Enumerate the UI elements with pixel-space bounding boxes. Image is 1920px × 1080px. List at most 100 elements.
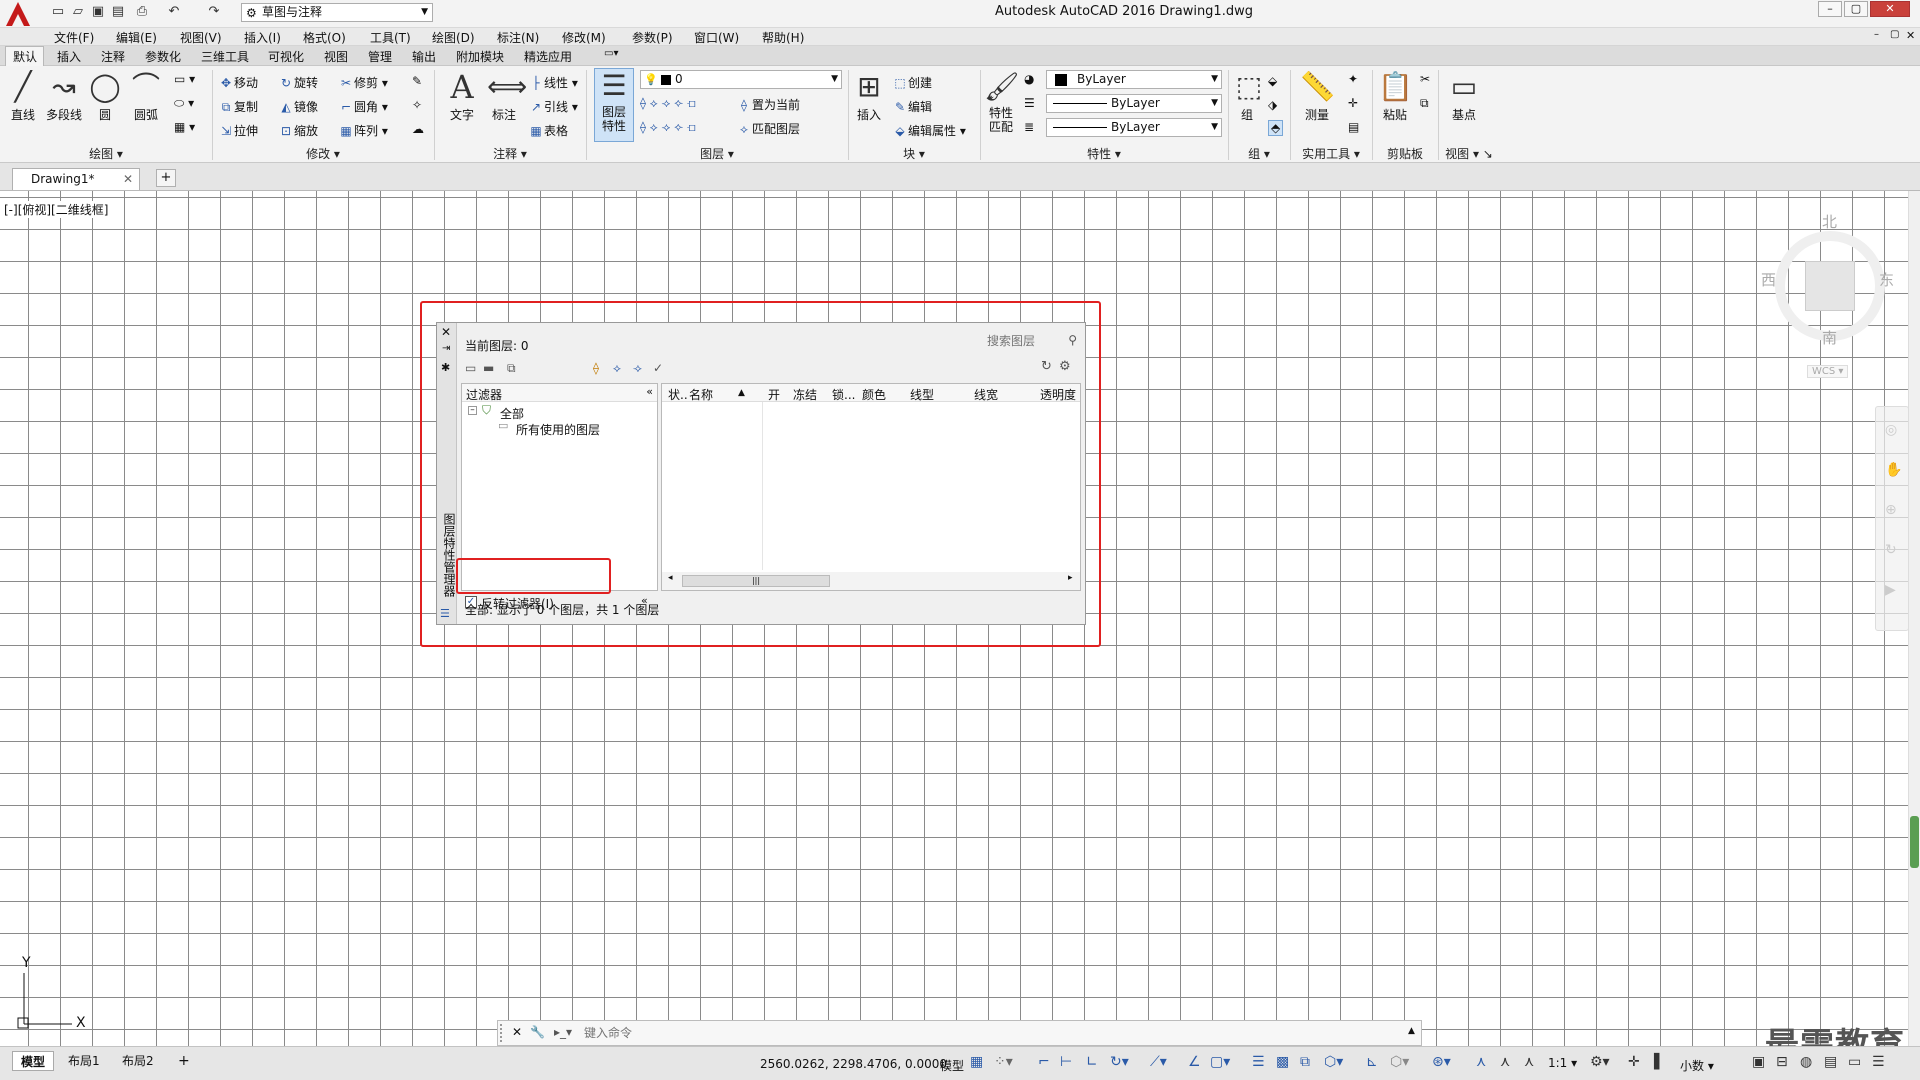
rectangle-icon[interactable]: ▭ ▾ [174,72,195,86]
layer-search-box[interactable]: ⚲ [941,331,1081,351]
settings-icon[interactable]: ⚙ [1059,359,1071,374]
menu-format[interactable]: 格式(O) [303,29,346,46]
viewcube-south[interactable]: 南 [1822,327,1837,348]
3d-osnap-icon[interactable]: ⬡▾ [1324,1054,1343,1070]
col-on[interactable]: 开 [768,386,780,403]
history-up-icon[interactable]: ▲ [1408,1026,1415,1036]
command-prompt-icon[interactable]: ▸_▾ [554,1025,572,1039]
clipboard-panel-label[interactable]: 剪贴板 [1372,145,1438,162]
gizmo-icon[interactable]: ⊛▾ [1432,1054,1451,1070]
tab-visualize[interactable]: 可视化 [268,48,304,65]
fillet-button[interactable]: ⌐ 圆角 ▾ [338,98,388,115]
tab-insert[interactable]: 插入 [57,48,81,65]
col-transparency[interactable]: 透明度 [1040,386,1076,403]
annotation-visibility-icon[interactable]: ⋏ [1476,1054,1486,1070]
menu-modify[interactable]: 修改(M) [562,29,606,46]
tab-addins[interactable]: 附加模块 [456,48,504,65]
leader-button[interactable]: ↗ 引线 ▾ [528,98,578,115]
paste-button[interactable]: 📋 粘贴 [1376,70,1414,123]
tab-3d-tools[interactable]: 三维工具 [201,48,249,65]
dimension-button[interactable]: ⟺ 标注 [486,70,527,123]
customization-icon[interactable]: ☰ [1872,1054,1885,1070]
menu-parametric[interactable]: 参数(P) [632,29,673,46]
layers-panel-label[interactable]: 图层 ▾ [586,145,848,162]
save-as-icon[interactable]: ▤ [110,4,126,20]
add-layout-icon[interactable]: + [170,1051,198,1071]
col-freeze[interactable]: 冻结 [793,386,817,403]
new-tab-button[interactable]: + [156,169,176,187]
rotate-button[interactable]: ↻ 旋转 [278,74,318,91]
ungroup-icon[interactable]: ⬙ [1268,74,1277,88]
lineweight-toggle-icon[interactable]: ☰ [1252,1054,1265,1070]
col-lineweight[interactable]: 线宽 [974,386,998,403]
lock-ui-icon[interactable]: ⊟ [1776,1054,1788,1070]
explode-icon[interactable]: ✧ [412,98,422,112]
col-status[interactable]: 状.. [668,386,688,403]
selection-cycling-icon[interactable]: ⧉ [1300,1054,1310,1070]
edit-block-button[interactable]: ✎ 编辑 [892,98,932,115]
doc-minimize-icon[interactable]: – [1874,29,1879,40]
infer-constraints-icon[interactable]: ⌐ [1038,1054,1050,1070]
ortho-icon[interactable]: ∟ [1086,1054,1098,1070]
model-space-toggle[interactable]: 模型 [940,1057,964,1074]
col-linetype[interactable]: 线型 [910,386,934,403]
tab-model[interactable]: 模型 [12,1051,55,1071]
point-icon[interactable]: ✛ [1348,96,1358,110]
match-properties-button[interactable]: 🖌 特性 匹配 [984,70,1020,134]
viewcube[interactable]: 北 南 东 西 WCS ▾ [1755,211,1905,381]
close-button[interactable]: ✕ [1870,1,1910,17]
calculator-icon[interactable]: ▤ [1348,120,1359,134]
make-current-button[interactable]: ⟠ 置为当前 [736,96,800,113]
scroll-thumb[interactable]: ||| [682,575,830,587]
snap-icon[interactable]: ⁘▾ [994,1054,1013,1070]
view-panel-label[interactable]: 视图 ▾ ↘ [1438,145,1500,162]
layer-search-input[interactable] [941,331,1081,351]
object-snap-tracking-icon[interactable]: ∠ [1188,1054,1201,1070]
workspace-switch-icon[interactable]: ⚙▾ [1590,1054,1610,1070]
offset-icon[interactable]: ☁ [412,122,424,136]
open-file-icon[interactable]: ▱ [70,4,86,20]
new-vp-frozen-layer-icon[interactable]: ⟡ [613,361,621,376]
create-block-button[interactable]: ⬚ 创建 [892,74,932,91]
copy-clip-icon[interactable]: ⧉ [1420,96,1429,111]
base-view-button[interactable]: ▭ 基点 [1444,70,1484,123]
tab-featured-apps[interactable]: 精选应用 [524,48,572,65]
clean-screen-icon[interactable]: ▭ [1848,1054,1861,1070]
command-input[interactable] [584,1023,1404,1043]
menu-draw[interactable]: 绘图(D) [432,29,475,46]
autocad-logo-icon[interactable] [0,0,36,28]
dynamic-input-icon[interactable]: ⊢ [1060,1054,1072,1070]
col-name[interactable]: 名称 [689,386,713,403]
col-lock[interactable]: 锁... [832,386,855,403]
doc-tab-drawing1[interactable]: Drawing1* ✕ [12,168,140,190]
group-edit-icon[interactable]: ⬗ [1268,98,1277,112]
tab-parametric[interactable]: 参数化 [145,48,181,65]
tab-default[interactable]: 默认 [13,48,37,65]
dynamic-ucs-icon[interactable]: ⊾ [1366,1054,1378,1070]
menu-insert[interactable]: 插入(I) [244,29,281,46]
autohide-icon[interactable]: ⇥ [442,343,450,354]
wrench-icon[interactable]: 🔧 [530,1025,545,1039]
refresh-icon[interactable]: ↻ [1041,359,1052,374]
measure-button[interactable]: 📏 测量 [1294,70,1340,123]
palette-titlebar[interactable]: ✕ ⇥ ✱ 图层特性管理器 ☰ [437,323,457,624]
layer-tools-row1[interactable]: ⟠ ⟡ ⟢ ⟣ ⟤ [640,96,696,111]
circle-button[interactable]: ◯ 圆 [88,70,122,123]
table-button[interactable]: ▦ 表格 [528,122,568,139]
vertical-scrollbar[interactable] [1908,191,1920,1046]
viewcube-west[interactable]: 西 [1761,269,1776,290]
linetype-dropdown[interactable]: ByLayer ▼ [1046,94,1222,113]
new-layer-icon[interactable]: ⟠ [593,361,599,375]
properties-icon[interactable]: ✱ [441,361,450,374]
coordinates-readout[interactable]: 2560.0262, 2298.4706, 0.0000 [760,1057,947,1071]
annotation-monitor-icon[interactable]: ✛ [1628,1054,1640,1070]
viewport-controls[interactable]: [-][俯视][二维线框] [4,201,109,218]
menu-help[interactable]: 帮助(H) [762,29,804,46]
annotation-scale-icon[interactable]: ⋏ [1524,1054,1534,1070]
group-panel-label[interactable]: 组 ▾ [1228,145,1290,162]
edit-attributes-button[interactable]: ⬙ 编辑属性 ▾ [892,122,965,139]
lineweight-icon[interactable]: ≣ [1024,120,1034,134]
scroll-thumb[interactable] [1910,816,1919,868]
annotation-scale-value[interactable]: 1:1 ▾ [1548,1056,1577,1070]
gradient-icon[interactable]: ▦ ▾ [174,120,195,134]
